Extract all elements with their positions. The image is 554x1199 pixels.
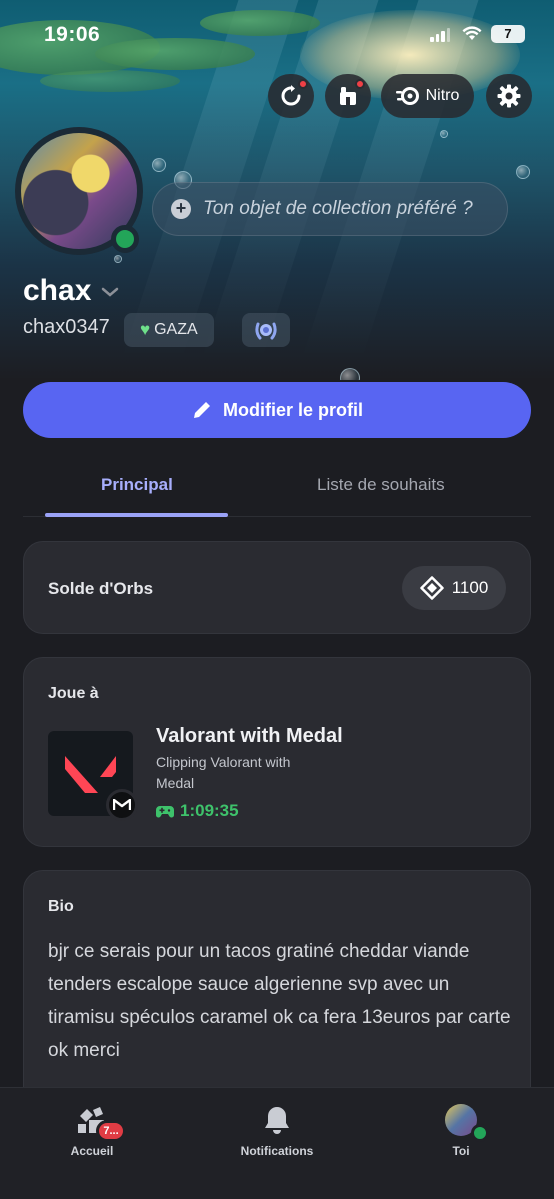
display-name[interactable]: chax xyxy=(23,274,91,308)
online-status-indicator xyxy=(471,1124,489,1142)
nav-home-label: Accueil xyxy=(70,1144,114,1158)
settings-button[interactable] xyxy=(486,74,532,118)
bubble xyxy=(440,130,448,138)
chevron-down-icon[interactable] xyxy=(101,286,119,298)
nav-avatar xyxy=(445,1104,489,1142)
cellular-signal-icon xyxy=(430,28,450,42)
bubble xyxy=(114,255,122,263)
activity-heading: Joue à xyxy=(48,685,99,702)
refresh-button[interactable] xyxy=(268,74,314,118)
game-title: Valorant with Medal xyxy=(156,725,343,747)
orb-icon xyxy=(419,576,444,600)
status-bar: 19:06 7 xyxy=(0,20,554,50)
medal-app-icon xyxy=(106,789,138,821)
bottom-navigation: 7... Accueil Notifications Toi xyxy=(0,1087,554,1199)
orbs-balance-pill[interactable]: 1100 xyxy=(402,566,506,610)
collectible-prompt-text: Ton objet de collection préféré ? xyxy=(203,198,473,219)
nav-notifications-label: Notifications xyxy=(240,1144,314,1158)
elapsed-time: 1:09:35 xyxy=(156,801,239,821)
shop-button[interactable] xyxy=(325,74,371,118)
edit-profile-button[interactable]: Modifier le profil xyxy=(23,382,531,438)
tab-wishlist[interactable]: Liste de souhaits xyxy=(317,475,445,495)
game-icon xyxy=(48,731,138,821)
activity-card[interactable]: Joue à Valorant with Medal Clipping Valo… xyxy=(23,657,531,847)
nitro-button[interactable]: Nitro xyxy=(381,74,474,118)
server-tag[interactable]: ♥ GAZA xyxy=(124,313,214,347)
active-tab-indicator xyxy=(45,513,228,517)
orbs-value: 1100 xyxy=(451,578,489,597)
heart-icon: ♥ xyxy=(140,320,151,339)
server-tag-label: GAZA xyxy=(154,321,198,338)
lily-pad xyxy=(40,70,180,92)
nav-home[interactable]: 7... Accueil xyxy=(32,1102,152,1158)
bubble xyxy=(152,158,166,172)
laurel-badge-icon xyxy=(255,322,277,340)
nitro-icon xyxy=(395,87,419,105)
edit-profile-label: Modifier le profil xyxy=(222,399,363,420)
nitro-label: Nitro xyxy=(425,87,460,104)
battery-icon: 7 xyxy=(491,25,525,43)
game-subtitle: Clipping Valorant with Medal xyxy=(156,754,291,791)
plus-icon: + xyxy=(171,199,191,219)
profile-badge[interactable] xyxy=(242,313,290,347)
collectible-prompt-button[interactable]: + Ton objet de collection préféré ? xyxy=(152,182,508,236)
profile-tabs: Principal Liste de souhaits xyxy=(23,460,531,517)
orbs-label: Solde d'Orbs xyxy=(48,579,154,598)
bubble xyxy=(340,368,360,380)
pencil-icon xyxy=(193,402,210,418)
bio-heading: Bio xyxy=(48,898,74,915)
bio-text: bjr ce serais pour un tacos gratiné ched… xyxy=(48,941,511,1061)
tab-principal[interactable]: Principal xyxy=(101,475,173,495)
username-handle: chax0347 xyxy=(23,316,110,338)
elapsed-time-value: 1:09:35 xyxy=(180,801,239,820)
orbs-balance-card[interactable]: Solde d'Orbs 1100 xyxy=(23,541,531,634)
nav-notifications[interactable]: Notifications xyxy=(217,1102,337,1158)
wifi-icon xyxy=(462,26,482,40)
notification-dot xyxy=(298,79,308,89)
status-time: 19:06 xyxy=(44,23,101,46)
bubble xyxy=(516,165,530,179)
notification-badge: 7... xyxy=(96,1120,126,1142)
gear-icon xyxy=(497,84,521,108)
gamepad-icon xyxy=(156,806,174,818)
notification-dot xyxy=(355,79,365,89)
bell-icon xyxy=(265,1107,289,1134)
nav-you-label: Toi xyxy=(452,1144,470,1158)
online-status-indicator xyxy=(111,225,139,253)
nav-you[interactable]: Toi xyxy=(401,1102,521,1158)
